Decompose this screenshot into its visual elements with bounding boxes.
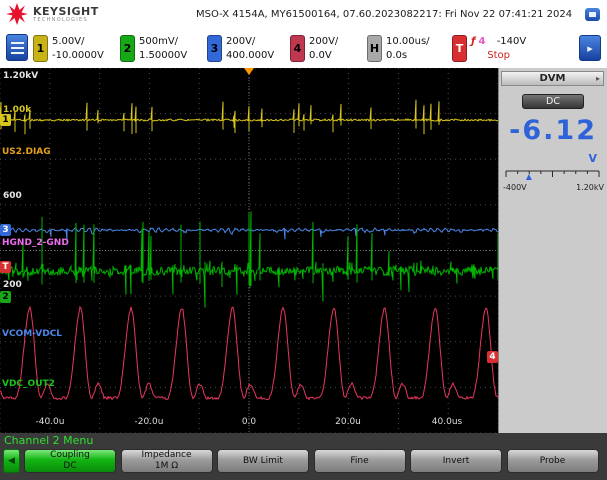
status-settings-row: 1 5.00V/ -10.0000V 2 500mV/1.50000V 3 200V/400… [0,30,607,68]
trigger-source: 4 [478,36,486,47]
horizontal-settings[interactable]: H 10.00us/ 0.0s [367,35,430,63]
channel-1-offset: -10.0000V [52,50,104,61]
softkey-impedance[interactable]: Impedance 1M Ω [120,449,213,473]
channel-2-settings[interactable]: 2 500mV/1.50000V [120,35,187,63]
oscilloscope-screen: KEYSIGHT TECHNOLOGIES MSO-X 4154A, MY615… [0,0,607,480]
channel-2-scale: 500mV/ [139,36,179,47]
back-button[interactable]: ◀ [3,449,20,473]
keysight-logo: KEYSIGHT TECHNOLOGIES [6,3,99,25]
time-axis-label: 40.0us [431,417,463,427]
keysight-spark-icon [6,3,28,25]
time-axis-label: -20.0u [134,417,164,427]
channel-3-tile: 3 [207,35,222,62]
horizontal-delay: 0.0s [386,50,408,61]
dvm-value-marker [525,174,532,180]
softkey-menu-strip: Channel 2 Menu ◀ Coupling DC Impedance 1M Ω… [0,433,607,480]
softkey-coupling[interactable]: Coupling DC [24,449,116,473]
trace-marker-3[interactable]: 3 [0,224,11,236]
channel-4-scale: 200V/ [309,36,339,47]
channel-1-tile: 1 [33,35,48,62]
horizontal-tile: H [367,35,382,62]
channel-4-tile: 4 [290,35,305,62]
softkey-bw-limit[interactable]: BW Limit [217,449,309,473]
dvm-scale-min: -400V [503,183,527,192]
softkey-fine[interactable]: Fine [313,449,406,473]
time-axis-label: 0.0 [241,417,257,427]
instrument-title: MSO-X 4154A, MY61500164, 07.60.202308221… [196,9,573,20]
dvm-unit: V [588,152,597,165]
softkey-invert[interactable]: Invert [410,449,502,473]
trace-marker-T[interactable]: T [0,261,11,273]
dvm-reading: -6.12 [509,115,597,146]
dvm-scale [505,170,600,180]
trigger-position-marker[interactable] [244,68,254,75]
time-axis-label: -40.0u [35,417,65,427]
scope-label: 1.20kV [3,71,39,81]
menu-title: Channel 2 Menu [4,434,94,447]
scope-label: HGND_2-GND [2,238,69,248]
dvm-mode-button[interactable]: DC [522,94,584,109]
channel-3-scale: 200V/ [226,36,256,47]
channel-1-settings[interactable]: 1 5.00V/ -10.0000V [33,35,104,63]
channel-2-offset: 1.50000V [139,50,188,61]
chevron-right-icon[interactable]: ▸ [596,74,600,83]
trace-marker-2[interactable]: 2 [0,291,11,303]
channel-3-settings[interactable]: 3 200V/400.000V [207,35,274,63]
trigger-level: -140V [496,36,527,47]
waveform-display: 1.20kV 1.00k US2.DIAG 600 HGND_2-GND 200 VCOM-… [0,68,498,433]
trigger-settings[interactable]: T ƒ 4 -140V Stop [452,35,526,63]
acquisition-status: Stop [487,50,510,61]
time-axis-label: 20.0u [335,417,361,427]
channel-1-scale: 5.00V/ [52,36,85,47]
usb-icon[interactable] [585,8,600,21]
dvm-panel: DVM ▸ DC -6.12 V -400V 1.20kV [498,68,607,433]
scope-label: 600 [3,191,22,201]
scope-label: VDC_OUT2 [2,379,55,389]
trigger-edge-icon: ƒ [471,36,476,47]
scope-label: VCOM-VDCL [2,329,63,339]
trace-marker-1[interactable]: 1 [0,114,11,126]
panel-toggle-icon[interactable]: ▸ [579,35,601,61]
scope-label: 200 [3,280,22,290]
channel-2-tile: 2 [120,35,135,62]
trigger-tile: T [452,35,467,62]
softkey-probe[interactable]: Probe [506,449,599,473]
channel-4-offset: 0.0V [309,50,332,61]
dvm-title: DVM [539,73,566,84]
dvm-header[interactable]: DVM ▸ [501,71,604,86]
menu-list-icon[interactable] [6,34,28,61]
horizontal-scale: 10.00us/ [386,36,430,47]
channel-3-offset: 400.000V [226,50,275,61]
header-bar: KEYSIGHT TECHNOLOGIES MSO-X 4154A, MY615… [0,0,607,30]
brand-name: KEYSIGHT [33,5,99,18]
channel-4-settings[interactable]: 4 200V/0.0V [290,35,338,63]
trace-marker-4[interactable]: 4 [487,351,498,363]
dvm-scale-max: 1.20kV [576,183,604,192]
waveform-canvas [0,68,498,433]
scope-label: US2.DIAG [2,147,51,157]
